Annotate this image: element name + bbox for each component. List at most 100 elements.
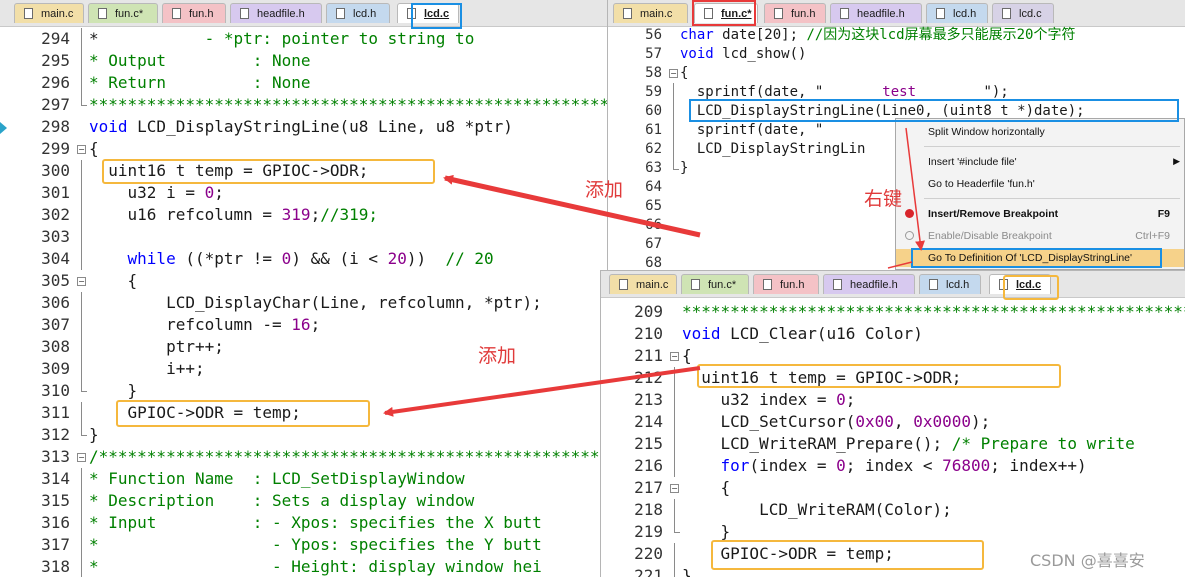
line-number: 307 [41,315,70,334]
code-token: } [89,381,138,400]
tab-lcd-h[interactable]: lcd.h [926,3,988,23]
fold-toggle-icon[interactable]: − [670,484,679,493]
code-token: u32 i = [89,183,205,202]
tab-fun-h[interactable]: fun.h [753,274,819,294]
line-number: 318 [41,557,70,576]
tab-headfile-h[interactable]: headfile.h [823,274,915,294]
code-line[interactable]: 306 LCD_DisplayChar(Line, refcolumn, *pt… [0,292,607,314]
code-line[interactable]: 216 for(index = 0; index < 76800; index+… [601,455,1185,477]
code-line[interactable]: 304 while ((*ptr != 0) && (i < 20)) // 2… [0,248,607,270]
menu-item-insert-remove-breakpoint[interactable]: Insert/Remove Breakpoint F9 [896,205,1184,223]
tab-main-c[interactable]: main.c [609,274,677,294]
code-line[interactable]: 303 [0,226,607,248]
code-line[interactable]: 301 u32 i = 0; [0,182,607,204]
fold-toggle-icon[interactable]: − [77,145,86,154]
code-text: * Return : None [89,72,311,94]
code-line[interactable]: 213 u32 index = 0; [601,389,1185,411]
code-text: LCD_DisplayChar(Line, refcolumn, *ptr); [89,292,542,314]
line-number: 313 [41,447,70,466]
code-line[interactable]: 307 refcolumn -= 16; [0,314,607,336]
tab-main-c[interactable]: main.c [14,3,84,23]
code-token: * Function Name : LCD_SetDisplayWindow [89,469,465,488]
code-line[interactable]: 296 * Return : None [0,72,607,94]
file-icon [929,279,938,290]
code-line[interactable]: 294 * - *ptr: pointer to string to [0,28,607,50]
code-line[interactable]: 298 void LCD_DisplayStringLine(u8 Line, u… [0,116,607,138]
line-number: 210 [634,324,663,343]
tab-fun-h[interactable]: fun.h [764,3,826,23]
tab-lcd-c[interactable]: lcd.c [992,3,1054,23]
code-line[interactable]: 209 *************************************… [601,301,1185,323]
code-text: char date[20]; //因为这块lcd屏幕最多只能展示20个字符 [680,26,1075,45]
tab-lcd-h[interactable]: lcd.h [919,274,981,294]
menu-separator [924,146,1180,147]
tab-fun-c[interactable]: fun.c* [681,274,749,294]
file-icon [833,279,842,290]
code-line[interactable]: 57 void lcd_show() [608,45,1185,64]
bottom-right-code-area[interactable]: 209 *************************************… [601,301,1185,577]
code-token: //因为这块lcd屏幕最多只能展示20个字符 [806,27,1076,43]
code-token: LCD_DisplayStringLine(u8 Line, u8 *ptr) [127,117,513,136]
code-text: u32 i = 0; [89,182,224,204]
tab-main-c[interactable]: main.c [613,3,688,23]
code-token: /* Prepare to write [951,434,1135,453]
code-line[interactable]: 318 * - Height: display window hei [0,556,607,577]
code-line[interactable]: 217 {− [601,477,1185,499]
code-line[interactable]: 305 {− [0,270,607,292]
code-line[interactable]: 317 * - Ypos: specifies the Y butt [0,534,607,556]
line-number: 305 [41,271,70,290]
fold-guide [81,512,82,534]
code-line[interactable]: 218 LCD_WriteRAM(Color); [601,499,1185,521]
code-text: /***************************************… [89,446,607,468]
left-code-area[interactable]: 294 * - *ptr: pointer to string to 295 * Ou… [0,28,607,577]
annotation-add-1: 添加 [585,179,624,201]
code-line[interactable]: 302 u16 refcolumn = 319;//319; [0,204,607,226]
code-line[interactable]: 312} [0,424,607,446]
tab-fun-h[interactable]: fun.h [162,3,226,23]
tab-fun-c[interactable]: fun.c* [88,3,158,23]
code-token: test [823,84,984,100]
line-number: 57 [645,46,662,62]
code-token: } [682,566,692,577]
fold-toggle-icon[interactable]: − [670,352,679,361]
tab-headfile-h[interactable]: headfile.h [830,3,922,23]
code-text: void LCD_DisplayStringLine(u8 Line, u8 *… [89,116,513,138]
file-icon [24,8,33,19]
code-line[interactable]: 310 } [0,380,607,402]
code-line[interactable]: 210 void LCD_Clear(u16 Color) [601,323,1185,345]
code-text: { [89,138,99,160]
menu-item-enable-disable-breakpoint[interactable]: Enable/Disable Breakpoint Ctrl+F9 [896,227,1184,245]
code-token: } [89,425,99,444]
code-text: * Input : - Xpos: specifies the X butt [89,512,542,534]
code-line[interactable]: 297 *************************************… [0,94,607,116]
file-icon [1002,8,1011,19]
fold-toggle-icon[interactable]: − [77,277,86,286]
code-token: lcd_show() [713,46,807,62]
code-line[interactable]: 316 * Input : - Xpos: specifies the X but… [0,512,607,534]
code-line[interactable]: 215 LCD_WriteRAM_Prepare(); /* Prepare t… [601,433,1185,455]
code-token: (index = [749,456,837,475]
code-line[interactable]: 295 * Output : None [0,50,607,72]
code-line[interactable]: 314 * Function Name : LCD_SetDisplayWindo… [0,468,607,490]
code-line[interactable]: 58 {− [608,64,1185,83]
menu-item-go-to-headerfile[interactable]: Go to Headerfile 'fun.h' [896,175,1184,193]
fold-toggle-icon[interactable]: − [77,453,86,462]
fold-guide [673,83,674,102]
watermark: CSDN @喜喜安 [1030,551,1145,570]
code-token: "); [983,84,1009,100]
code-line[interactable]: 299 {− [0,138,607,160]
tab-lcd-h[interactable]: lcd.h [326,3,390,23]
bottom-right-tab-bar: main.c fun.c* fun.h headfile.h lcd.h lcd… [601,271,1185,298]
fold-guide [81,358,82,380]
code-line[interactable]: 315 * Description : Sets a display window [0,490,607,512]
annotation-add-2: 添加 [478,345,517,367]
fold-guide [673,102,674,121]
code-line[interactable]: 313 /************************************… [0,446,607,468]
fold-toggle-icon[interactable]: − [669,69,678,78]
menu-item-split-window[interactable]: Split Window horizontally [896,123,1184,141]
tab-headfile-h[interactable]: headfile.h [230,3,322,23]
code-line[interactable]: 214 LCD_SetCursor(0x00, 0x0000); [601,411,1185,433]
code-text: } [89,424,99,446]
menu-item-insert-include[interactable]: Insert '#include file' ▶ [896,153,1184,171]
code-line[interactable]: 56 char date[20]; //因为这块lcd屏幕最多只能展示20个字符 [608,26,1185,45]
